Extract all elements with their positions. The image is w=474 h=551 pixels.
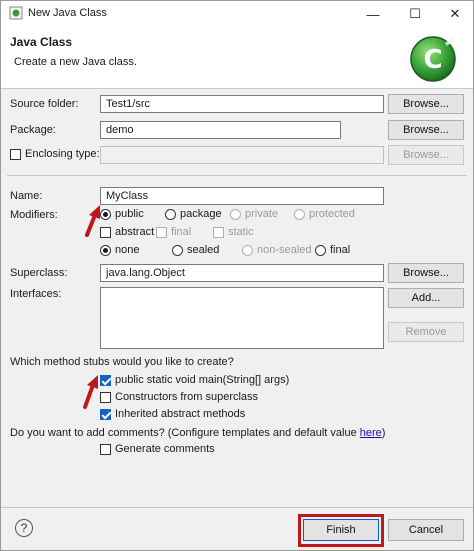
superclass-input[interactable]: java.lang.Object: [100, 264, 384, 282]
modifier-static-option: static: [213, 226, 254, 238]
separator: [7, 175, 467, 176]
java-class-icon: [9, 6, 23, 20]
none-label: none: [115, 244, 140, 256]
cancel-button[interactable]: Cancel: [388, 519, 464, 541]
package-option-label: package: [180, 208, 222, 220]
inherited-methods-label: Inherited abstract methods: [115, 408, 246, 420]
modifier-protected-option: protected: [294, 208, 355, 220]
sealed-radio[interactable]: [172, 244, 183, 256]
package-input[interactable]: demo: [100, 121, 341, 139]
protected-label: protected: [309, 208, 355, 220]
sealed-final-label: final: [330, 244, 351, 256]
modifier-abstract-option[interactable]: abstract: [100, 226, 154, 238]
window-title: New Java Class: [28, 7, 107, 19]
sealed-final-option[interactable]: final: [315, 244, 350, 256]
generate-comments-option[interactable]: Generate comments: [100, 443, 215, 455]
package-radio[interactable]: [165, 208, 176, 220]
source-folder-label: Source folder:: [10, 98, 79, 110]
modifier-public-option[interactable]: public: [100, 208, 144, 220]
stub-constructors-option[interactable]: Constructors from superclass: [100, 391, 258, 403]
static-checkbox: [213, 226, 224, 238]
class-c-logo: C: [410, 36, 456, 82]
footer-divider: [1, 507, 473, 508]
final-checkbox: [156, 226, 167, 238]
package-browse-button[interactable]: Browse...: [388, 120, 464, 140]
minimize-button[interactable]: —: [353, 1, 393, 27]
sealed-label: sealed: [187, 244, 220, 256]
main-method-label: public static void main(String[] args): [115, 374, 290, 386]
interfaces-list[interactable]: [100, 287, 384, 349]
modifiers-label: Modifiers:: [10, 209, 58, 221]
protected-radio: [294, 208, 305, 220]
public-label: public: [115, 208, 144, 220]
modifier-package-option[interactable]: package: [165, 208, 222, 220]
stub-main-option[interactable]: public static void main(String[] args): [100, 374, 289, 386]
class-name-input[interactable]: MyClass: [100, 187, 384, 205]
sealed-non-sealed-option: non-sealed: [242, 244, 311, 256]
comments-question-text: Do you want to add comments? (Configure …: [10, 427, 360, 439]
enclosing-type-input: [100, 146, 384, 164]
source-folder-browse-button[interactable]: Browse...: [388, 94, 464, 114]
private-radio: [230, 208, 241, 220]
superclass-browse-button[interactable]: Browse...: [388, 263, 464, 283]
enclosing-type-option[interactable]: Enclosing type:: [10, 148, 100, 160]
private-label: private: [245, 208, 279, 220]
non-sealed-radio: [242, 244, 253, 256]
sealed-final-radio[interactable]: [315, 244, 326, 256]
help-icon[interactable]: ?: [15, 519, 33, 537]
comments-question-end: ): [381, 427, 386, 439]
finish-button[interactable]: Finish: [303, 519, 379, 541]
enclosing-type-browse-button: Browse...: [388, 145, 464, 165]
stub-inherited-option[interactable]: Inherited abstract methods: [100, 408, 245, 420]
wizard-banner: Java Class Create a new Java class. C: [1, 27, 473, 89]
generate-comments-label: Generate comments: [115, 443, 215, 455]
interfaces-label: Interfaces:: [10, 288, 62, 300]
sealed-sealed-option[interactable]: sealed: [172, 244, 219, 256]
interfaces-add-button[interactable]: Add...: [388, 288, 464, 308]
red-arrow-icon: [85, 205, 100, 237]
generate-comments-checkbox[interactable]: [100, 443, 111, 455]
package-label: Package:: [10, 124, 56, 136]
comments-question: Do you want to add comments? (Configure …: [10, 427, 385, 439]
final-label: final: [171, 226, 192, 238]
new-java-class-dialog: New Java Class — ☐ ✕ Java Class Create a…: [0, 0, 474, 551]
close-button[interactable]: ✕: [435, 1, 474, 27]
maximize-button[interactable]: ☐: [395, 1, 435, 27]
enclosing-type-label: Enclosing type:: [25, 148, 100, 160]
svg-text:C: C: [423, 45, 442, 75]
none-radio[interactable]: [100, 244, 111, 256]
source-folder-input[interactable]: Test1/src: [100, 95, 384, 113]
superclass-label: Superclass:: [10, 267, 68, 279]
interfaces-remove-button: Remove: [388, 322, 464, 342]
modifier-private-option: private: [230, 208, 278, 220]
templates-link[interactable]: here: [360, 427, 382, 439]
constructors-label: Constructors from superclass: [115, 391, 259, 403]
enclosing-type-checkbox[interactable]: [10, 148, 21, 160]
name-label: Name:: [10, 190, 43, 202]
wizard-subtitle: Create a new Java class.: [14, 56, 137, 68]
inherited-methods-checkbox[interactable]: [100, 408, 111, 420]
abstract-label: abstract: [115, 226, 155, 238]
red-arrow-icon: [83, 375, 98, 409]
title-bar: New Java Class — ☐ ✕: [1, 1, 473, 27]
static-label: static: [228, 226, 254, 238]
non-sealed-label: non-sealed: [257, 244, 312, 256]
modifier-final-option: final: [156, 226, 191, 238]
sealed-none-option[interactable]: none: [100, 244, 139, 256]
wizard-title: Java Class: [10, 35, 73, 49]
method-stubs-question: Which method stubs would you like to cre…: [10, 356, 234, 368]
